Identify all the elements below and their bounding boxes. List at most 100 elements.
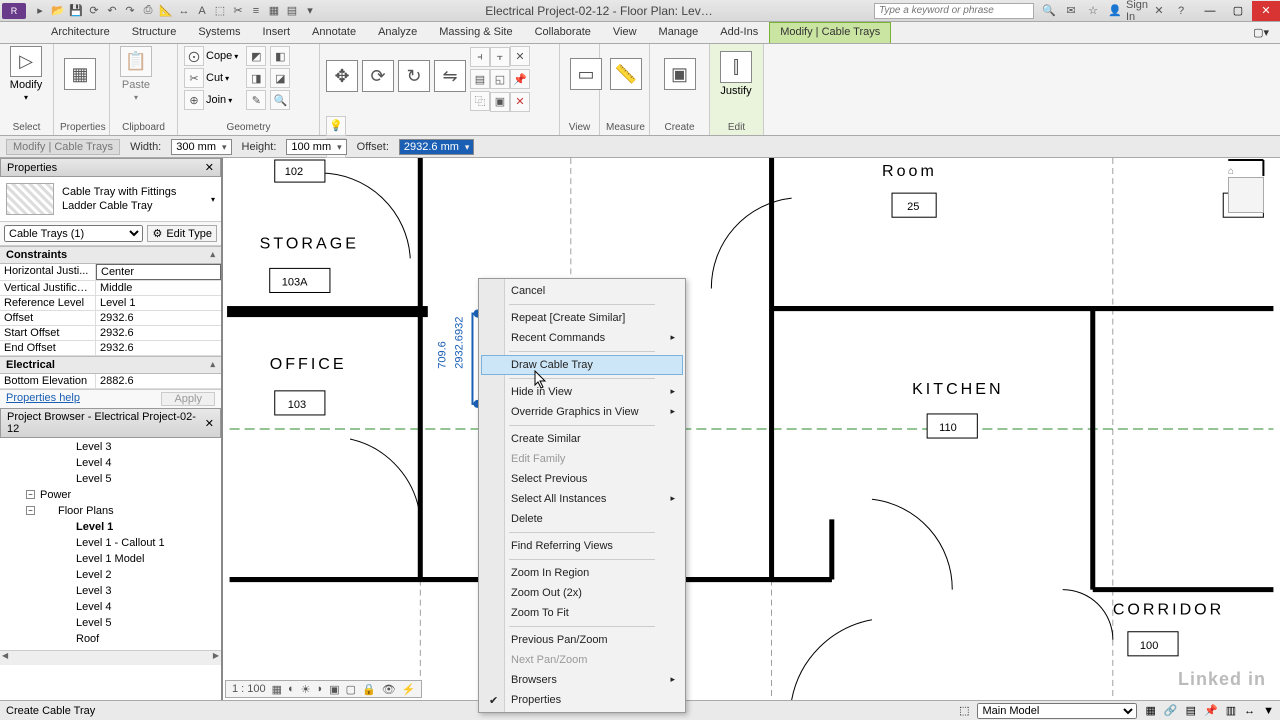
exchange-icon[interactable]: ✕ [1150, 3, 1168, 19]
tab-massing[interactable]: Massing & Site [428, 22, 523, 43]
select-underlay-icon[interactable]: ▤ [1186, 704, 1196, 717]
geom4-icon[interactable]: ◧ [270, 46, 290, 66]
shadow-icon[interactable]: ◗ [317, 683, 324, 695]
browser-panel-title[interactable]: Project Browser - Electrical Project-02-… [0, 408, 221, 438]
tab-systems[interactable]: Systems [187, 22, 251, 43]
undo-icon[interactable]: ↶ [104, 3, 120, 19]
editable-only-icon[interactable]: ▦ [1145, 704, 1155, 717]
maximize-button[interactable]: ▢ [1224, 1, 1252, 21]
visual-style-icon[interactable]: ◐ [288, 683, 295, 695]
section-icon[interactable]: ✂ [230, 3, 246, 19]
chevron-down-icon[interactable]: ▾ [211, 195, 215, 204]
instance-filter[interactable]: Cable Trays (1) [4, 225, 143, 242]
tree-node[interactable]: Level 4 [40, 456, 221, 472]
tab-modify-cabletrays[interactable]: Modify | Cable Trays [769, 22, 891, 43]
browser-scrollbar[interactable] [0, 650, 221, 665]
qat-dropdown-icon[interactable]: ▾ [302, 3, 318, 19]
geom1-icon[interactable]: ◩ [246, 46, 266, 66]
minimize-button[interactable]: — [1196, 1, 1224, 21]
tree-node[interactable]: Level 3 [40, 440, 221, 456]
context-menu-item[interactable]: Repeat [Create Similar] [481, 308, 683, 328]
mirror-tool[interactable]: ⇋ [434, 46, 466, 106]
context-menu-item[interactable]: Previous Pan/Zoom [481, 630, 683, 650]
ribbon-minimize-icon[interactable]: ▢▾ [1242, 22, 1280, 43]
select-pinned-icon[interactable]: 📌 [1204, 704, 1218, 717]
close-hidden-icon[interactable]: ▦ [266, 3, 282, 19]
detail-icon[interactable]: ▦ [272, 683, 282, 696]
tab-analyze[interactable]: Analyze [367, 22, 428, 43]
cut-icon[interactable]: ✂ [184, 68, 204, 88]
properties-button[interactable]: ▦ [60, 46, 100, 102]
search-input[interactable] [874, 3, 1034, 19]
properties-panel-title[interactable]: Properties ✕ [0, 158, 221, 177]
properties-help-link[interactable]: Properties help [6, 392, 80, 406]
tab-structure[interactable]: Structure [121, 22, 188, 43]
context-menu-item[interactable]: Zoom To Fit [481, 603, 683, 623]
tree-node[interactable]: Level 1 Model [40, 552, 221, 568]
category-constraints[interactable]: Constraints [0, 246, 221, 264]
context-menu-item[interactable]: Find Referring Views [481, 536, 683, 556]
pin-icon[interactable]: 📌 [510, 69, 530, 89]
context-menu-item[interactable]: Select Previous [481, 469, 683, 489]
save-icon[interactable]: 💾 [68, 3, 84, 19]
tree-node[interactable]: Level 4 [40, 600, 221, 616]
tree-node[interactable]: Level 1 - Callout 1 [40, 536, 221, 552]
context-menu-item[interactable]: Hide in View [481, 382, 683, 402]
split-icon[interactable]: ✕ [510, 46, 530, 66]
thin-icon[interactable]: ≡ [248, 3, 264, 19]
home-icon[interactable]: ⌂ [1228, 166, 1272, 177]
context-menu-item[interactable]: Override Graphics in View [481, 402, 683, 422]
project-browser[interactable]: Level 3 Level 4 Level 5 −Power −Floor Pl… [0, 438, 221, 700]
close-icon[interactable]: ✕ [205, 161, 214, 174]
sync-icon[interactable]: ⟳ [86, 3, 102, 19]
context-menu-item[interactable]: Zoom In Region [481, 563, 683, 583]
property-row[interactable]: Horizontal Justi...Center [0, 264, 221, 281]
open-file-icon[interactable]: 📂 [50, 3, 66, 19]
property-row[interactable]: Reference LevelLevel 1 [0, 296, 221, 311]
property-row[interactable]: End Offset2932.6 [0, 341, 221, 356]
comm-icon[interactable]: ✉ [1062, 3, 1080, 19]
tab-collaborate[interactable]: Collaborate [524, 22, 602, 43]
switch-icon[interactable]: ▤ [284, 3, 300, 19]
drawing-canvas[interactable]: STORAGE 103A 102 OFFICE 103 Room 25 24 K… [222, 158, 1280, 700]
create-button[interactable]: ▣ [656, 46, 703, 102]
filter-icon[interactable]: ▼ [1263, 705, 1274, 717]
context-menu-item[interactable]: Recent Commands [481, 328, 683, 348]
cope-icon[interactable]: ⨀ [184, 46, 204, 66]
temp-hide-icon[interactable]: 👁 [382, 683, 396, 696]
context-menu-item[interactable]: Draw Cable Tray [481, 355, 683, 375]
category-electrical[interactable]: Electrical [0, 356, 221, 374]
trim-icon[interactable]: ⫟ [490, 47, 510, 67]
context-menu-item[interactable]: Select All Instances [481, 489, 683, 509]
context-menu-item[interactable]: Create Similar [481, 429, 683, 449]
context-menu-item[interactable]: Browsers [481, 670, 683, 690]
join-icon[interactable]: ⊕ [184, 90, 204, 110]
height-combo[interactable]: 100 mm [286, 139, 346, 155]
copy-icon[interactable]: ⿻ [470, 91, 490, 111]
tree-node[interactable]: Roof [40, 632, 221, 648]
sun-icon[interactable]: ☀ [301, 683, 311, 696]
select-face-icon[interactable]: ▥ [1226, 704, 1236, 717]
close-button[interactable]: ✕ [1252, 1, 1280, 21]
3d-icon[interactable]: ⬚ [212, 3, 228, 19]
context-menu-item[interactable]: Properties [481, 690, 683, 710]
select-links-icon[interactable]: 🔗 [1164, 704, 1178, 717]
tab-insert[interactable]: Insert [252, 22, 302, 43]
geom5-icon[interactable]: ◪ [270, 68, 290, 88]
geom2-icon[interactable]: ◨ [246, 68, 266, 88]
crop-region-icon[interactable]: ▢ [346, 683, 356, 696]
tree-node-level1[interactable]: Level 1 [40, 520, 221, 536]
tab-manage[interactable]: Manage [648, 22, 710, 43]
star-icon[interactable]: ☆ [1084, 3, 1102, 19]
signin-link[interactable]: Sign In [1128, 3, 1146, 19]
measure-icon[interactable]: 📐 [158, 3, 174, 19]
scale-icon[interactable]: ◱ [490, 69, 510, 89]
redo-icon[interactable]: ↷ [122, 3, 138, 19]
scale-display[interactable]: 1 : 100 [232, 683, 266, 695]
type-selector[interactable]: Cable Tray with Fittings Ladder Cable Tr… [0, 177, 221, 222]
justify-button[interactable]: ⫿ Justify [716, 46, 756, 102]
paste-button[interactable]: 📋 Paste ▾ [116, 46, 156, 102]
property-row[interactable]: Start Offset2932.6 [0, 326, 221, 341]
array-icon[interactable]: ▤ [470, 69, 490, 89]
move-tool[interactable]: ✥ [326, 46, 358, 106]
